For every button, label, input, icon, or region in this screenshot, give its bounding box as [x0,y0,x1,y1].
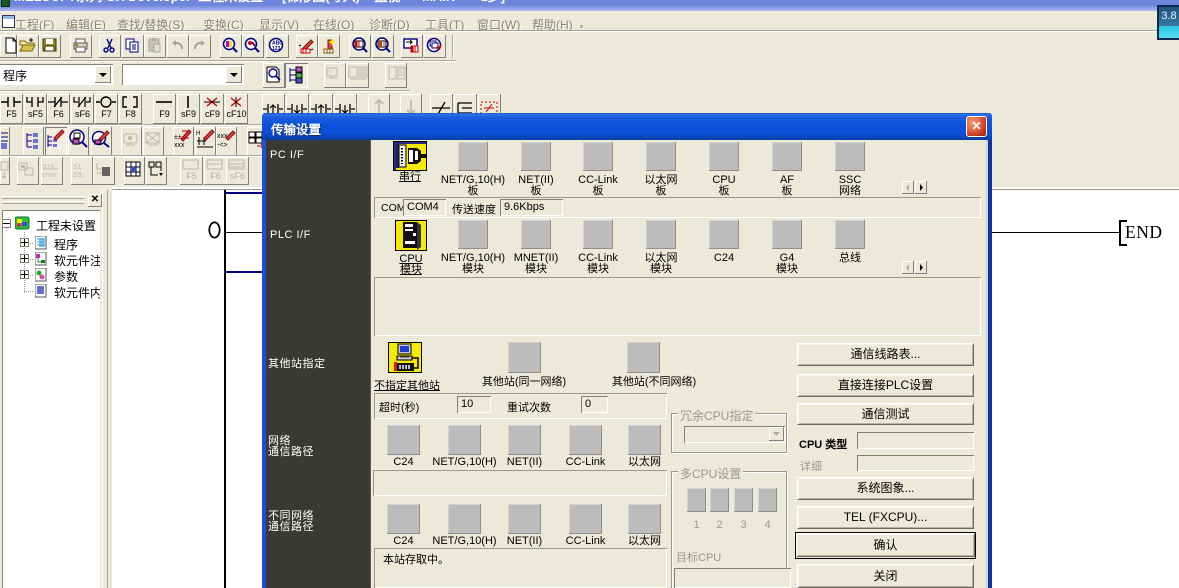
svg-text:S9↓: S9↓ [73,172,85,179]
svg-text:H: H [196,131,200,137]
svg-text:±±: ±± [174,134,182,141]
svg-text:error: error [42,172,57,179]
svg-text:S1: S1 [73,164,82,171]
svg-text:T: T [328,71,332,77]
svg-text:123: 123 [272,46,281,52]
svg-text:xxx: xxx [174,142,185,149]
svg-text:-<>: -<> [217,142,228,149]
